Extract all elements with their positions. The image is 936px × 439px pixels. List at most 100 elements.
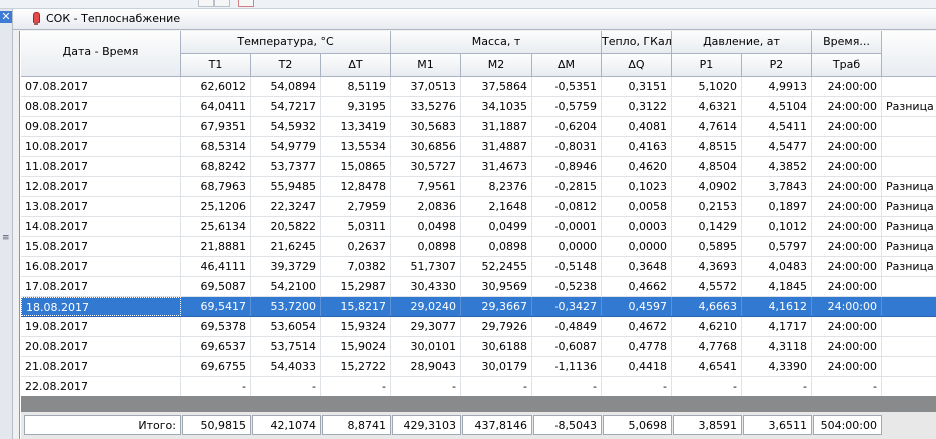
- cell-dq[interactable]: 0,4672: [602, 317, 672, 336]
- cell-p2[interactable]: 4,5477: [742, 137, 812, 156]
- cell-p1[interactable]: 4,6210: [672, 317, 742, 336]
- cell-dq[interactable]: 0,3648: [602, 257, 672, 276]
- cell-date[interactable]: 19.08.2017: [21, 317, 181, 336]
- cell-t2[interactable]: -: [251, 377, 321, 396]
- cell-tr[interactable]: 24:00:00: [812, 297, 882, 316]
- cell-m1[interactable]: 29,0240: [391, 297, 461, 316]
- toolbar-button[interactable]: [238, 0, 254, 7]
- table-row[interactable]: 22.08.2017- - - - - - - - - -: [21, 377, 936, 397]
- cell-date[interactable]: 22.08.2017: [21, 377, 181, 396]
- cell-p2[interactable]: 0,5797: [742, 237, 812, 256]
- table-row[interactable]: 18.08.2017 69,5417 53,7200 15,8217 29,0240 29…: [21, 297, 936, 317]
- table-row[interactable]: 07.08.2017 62,6012 54,0894 8,5119 37,0513 37,…: [21, 77, 936, 97]
- cell-t1[interactable]: 69,5378: [181, 317, 251, 336]
- cell-p1[interactable]: 4,5572: [672, 277, 742, 296]
- column-header-note[interactable]: [882, 31, 936, 77]
- cell-m2[interactable]: 30,9569: [461, 277, 532, 296]
- cell-date[interactable]: 13.08.2017: [21, 197, 181, 216]
- cell-t1[interactable]: 68,5314: [181, 137, 251, 156]
- cell-note[interactable]: [882, 297, 936, 316]
- cell-dt[interactable]: 15,2987: [321, 277, 391, 296]
- cell-p1[interactable]: 0,1429: [672, 217, 742, 236]
- cell-dq[interactable]: -: [602, 377, 672, 396]
- cell-m2[interactable]: 31,4673: [461, 157, 532, 176]
- cell-p2[interactable]: 4,9913: [742, 77, 812, 96]
- cell-dm[interactable]: 0,0000: [532, 237, 602, 256]
- cell-m1[interactable]: 51,7307: [391, 257, 461, 276]
- cell-p2[interactable]: 3,7843: [742, 177, 812, 196]
- cell-date[interactable]: 15.08.2017: [21, 237, 181, 256]
- cell-note[interactable]: [882, 337, 936, 356]
- cell-t2[interactable]: 53,7377: [251, 157, 321, 176]
- cell-tr[interactable]: -: [812, 377, 882, 396]
- cell-t2[interactable]: 55,9485: [251, 177, 321, 196]
- cell-note[interactable]: Разница те: [882, 177, 936, 196]
- column-header-work-time[interactable]: Траб: [812, 54, 882, 77]
- splitter-grip-icon[interactable]: ≡: [2, 233, 10, 243]
- cell-t2[interactable]: 39,3729: [251, 257, 321, 276]
- cell-t2[interactable]: 53,7200: [251, 297, 321, 316]
- cell-date[interactable]: 08.08.2017: [21, 97, 181, 116]
- cell-dq[interactable]: 0,0000: [602, 237, 672, 256]
- cell-p1[interactable]: 5,1020: [672, 77, 742, 96]
- cell-dq[interactable]: 0,4662: [602, 277, 672, 296]
- cell-m2[interactable]: 8,2376: [461, 177, 532, 196]
- cell-m1[interactable]: 33,5276: [391, 97, 461, 116]
- cell-p1[interactable]: 4,6663: [672, 297, 742, 316]
- table-row[interactable]: 17.08.2017 69,5087 54,2100 15,2987 30,4330 30…: [21, 277, 936, 297]
- column-header-t1[interactable]: T1: [181, 54, 251, 77]
- cell-tr[interactable]: 24:00:00: [812, 357, 882, 376]
- cell-date[interactable]: 14.08.2017: [21, 217, 181, 236]
- cell-p2[interactable]: 4,1612: [742, 297, 812, 316]
- cell-p1[interactable]: 4,8504: [672, 157, 742, 176]
- cell-m1[interactable]: 28,9043: [391, 357, 461, 376]
- cell-m1[interactable]: 0,0498: [391, 217, 461, 236]
- cell-tr[interactable]: 24:00:00: [812, 317, 882, 336]
- cell-t1[interactable]: 25,1206: [181, 197, 251, 216]
- cell-p1[interactable]: 4,7768: [672, 337, 742, 356]
- cell-m2[interactable]: 0,0499: [461, 217, 532, 236]
- cell-p1[interactable]: -: [672, 377, 742, 396]
- cell-dm[interactable]: -: [532, 377, 602, 396]
- cell-date[interactable]: 11.08.2017: [21, 157, 181, 176]
- cell-p1[interactable]: 0,5895: [672, 237, 742, 256]
- cell-dt[interactable]: 13,5534: [321, 137, 391, 156]
- cell-m1[interactable]: 2,0836: [391, 197, 461, 216]
- cell-t2[interactable]: 54,7217: [251, 97, 321, 116]
- cell-m1[interactable]: 7,9561: [391, 177, 461, 196]
- cell-date[interactable]: 07.08.2017: [21, 77, 181, 96]
- cell-date[interactable]: 09.08.2017: [21, 117, 181, 136]
- cell-dm[interactable]: -1,1136: [532, 357, 602, 376]
- cell-dt[interactable]: 2,7959: [321, 197, 391, 216]
- table-row[interactable]: 12.08.2017 68,7963 55,9485 12,8478 7,9561 8,2…: [21, 177, 936, 197]
- cell-tr[interactable]: 24:00:00: [812, 177, 882, 196]
- cell-tr[interactable]: 24:00:00: [812, 97, 882, 116]
- cell-t1[interactable]: 69,6755: [181, 357, 251, 376]
- cell-tr[interactable]: 24:00:00: [812, 157, 882, 176]
- cell-date[interactable]: 12.08.2017: [21, 177, 181, 196]
- close-icon[interactable]: ✕: [0, 11, 12, 23]
- column-header-m1[interactable]: M1: [391, 54, 461, 77]
- cell-t1[interactable]: 62,6012: [181, 77, 251, 96]
- cell-date[interactable]: 10.08.2017: [21, 137, 181, 156]
- cell-note[interactable]: [882, 317, 936, 336]
- cell-p2[interactable]: 4,0483: [742, 257, 812, 276]
- cell-date[interactable]: 21.08.2017: [21, 357, 181, 376]
- cell-m2[interactable]: 30,0179: [461, 357, 532, 376]
- cell-tr[interactable]: 24:00:00: [812, 77, 882, 96]
- cell-p1[interactable]: 4,6321: [672, 97, 742, 116]
- cell-dm[interactable]: -0,5351: [532, 77, 602, 96]
- cell-m1[interactable]: 30,4330: [391, 277, 461, 296]
- column-header-dt[interactable]: ΔT: [321, 54, 391, 77]
- cell-note[interactable]: [882, 377, 936, 396]
- cell-tr[interactable]: 24:00:00: [812, 337, 882, 356]
- cell-dt[interactable]: 15,0865: [321, 157, 391, 176]
- cell-m1[interactable]: 29,3077: [391, 317, 461, 336]
- cell-dt[interactable]: 15,9024: [321, 337, 391, 356]
- cell-dt[interactable]: 7,0382: [321, 257, 391, 276]
- cell-t2[interactable]: 54,5932: [251, 117, 321, 136]
- cell-m2[interactable]: 34,1035: [461, 97, 532, 116]
- cell-dt[interactable]: 8,5119: [321, 77, 391, 96]
- cell-dq[interactable]: 0,0058: [602, 197, 672, 216]
- cell-t2[interactable]: 21,6245: [251, 237, 321, 256]
